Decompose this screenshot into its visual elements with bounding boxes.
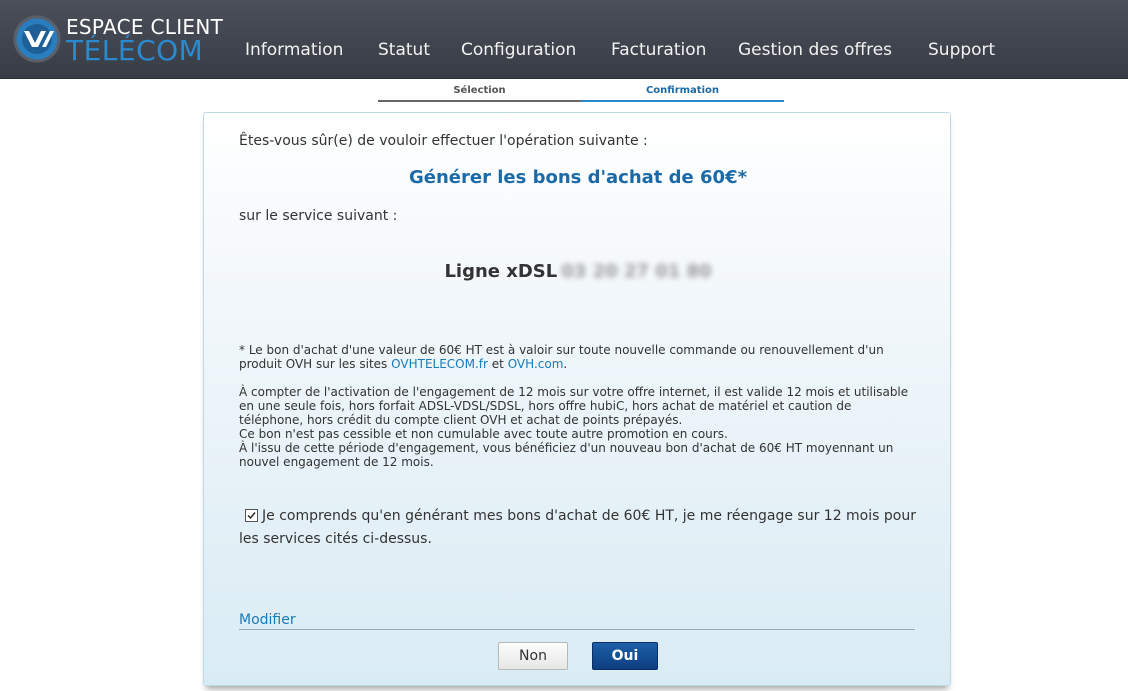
nav-item-facturation[interactable]: Facturation — [611, 40, 706, 60]
note-end: . — [563, 357, 568, 371]
nav-item-configuration[interactable]: Configuration — [461, 40, 576, 60]
service-name: Ligne xDSL 03 20 27 01 80 — [204, 261, 952, 282]
divider — [239, 629, 915, 630]
conditions-line: À compter de l'activation de l'engagemen… — [239, 385, 909, 427]
conditions-note: À compter de l'activation de l'engagemen… — [239, 385, 919, 469]
operation-title: Générer les bons d'achat de 60€* — [408, 167, 748, 188]
nav-item-information[interactable]: Information — [245, 40, 343, 60]
top-header: ESPACE CLIENT TÉLÉCOM Information Statut… — [0, 0, 1128, 79]
nav-item-statut[interactable]: Statut — [378, 40, 430, 60]
service-label: Ligne xDSL — [444, 261, 558, 282]
voucher-note: * Le bon d'achat d'une valeur de 60€ HT … — [239, 343, 919, 371]
link-ovh-com[interactable]: OVH.com — [508, 357, 564, 371]
note-and: et — [491, 357, 504, 371]
commitment-checkbox[interactable] — [245, 509, 258, 522]
link-ovhtelecom[interactable]: OVHTELECOM.fr — [391, 357, 488, 371]
commitment-confirmation: Je comprends qu'en générant mes bons d'a… — [239, 505, 919, 551]
confirmation-panel: Êtes-vous sûr(e) de vouloir effectuer l'… — [203, 112, 951, 686]
nav-item-gestion-offres[interactable]: Gestion des offres — [738, 40, 892, 60]
step-confirmation: Confirmation — [581, 80, 784, 102]
service-intro: sur le service suivant : — [239, 208, 398, 224]
no-button[interactable]: Non — [498, 642, 568, 670]
service-number: 03 20 27 01 80 — [561, 261, 712, 282]
yes-button[interactable]: Oui — [592, 642, 658, 670]
step-selection: Sélection — [378, 80, 581, 102]
conditions-line: Ce bon n'est pas cessible et non cumulab… — [239, 427, 728, 441]
wizard-steps: Sélection Confirmation — [378, 80, 784, 102]
confirmation-question: Êtes-vous sûr(e) de vouloir effectuer l'… — [239, 133, 648, 149]
conditions-line: À l'issu de cette période d'engagement, … — [239, 441, 894, 469]
commitment-text: Je comprends qu'en générant mes bons d'a… — [239, 508, 916, 547]
nav-item-support[interactable]: Support — [928, 40, 995, 60]
modifier-link[interactable]: Modifier — [239, 612, 296, 628]
checkmark-icon — [247, 512, 256, 520]
main-nav: Information Statut Configuration Factura… — [0, 40, 1128, 66]
